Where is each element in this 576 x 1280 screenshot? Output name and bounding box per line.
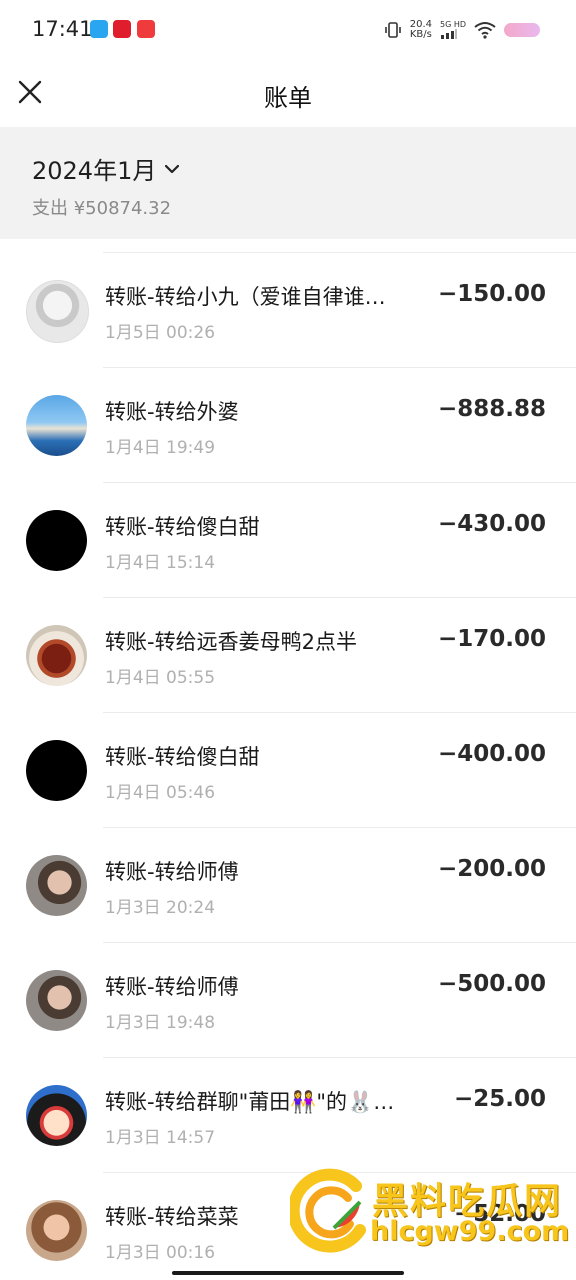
wifi-icon xyxy=(474,22,496,39)
transaction-time: 1月4日 05:55 xyxy=(105,668,216,688)
transaction-row[interactable]: 转账-转给远香姜母鸭2点半 1月4日 05:55 −170.00 xyxy=(0,598,576,713)
month-summary: 2024年1月 支出 ¥50874.32 xyxy=(0,127,576,239)
transaction-time: 1月4日 19:49 xyxy=(105,438,216,458)
transaction-title: 转账-转给师傅 xyxy=(105,975,239,999)
transaction-time: 1月3日 20:24 xyxy=(105,898,216,918)
transaction-row[interactable]: 转账-转给傻白甜 1月4日 05:46 −400.00 xyxy=(0,713,576,828)
transaction-time: 1月3日 19:48 xyxy=(105,1013,216,1033)
avatar xyxy=(26,510,87,571)
network-type-label: 5G HD xyxy=(439,20,466,29)
transaction-row[interactable]: 转账-转给师傅 1月3日 19:48 −500.00 xyxy=(0,943,576,1058)
network-speed: 20.4 KB/s xyxy=(410,20,432,40)
signal-indicator: 5G HD xyxy=(440,21,466,39)
month-label: 2024年1月 xyxy=(32,157,157,185)
notification-app-icon xyxy=(113,20,131,38)
avatar xyxy=(26,970,87,1031)
transaction-title: 转账-转给傻白甜 xyxy=(105,745,260,769)
avatar xyxy=(26,280,89,343)
transaction-title: 转账-转给傻白甜 xyxy=(105,515,260,539)
transaction-amount: −888.88 xyxy=(437,396,546,422)
avatar xyxy=(26,625,87,686)
transaction-amount: −500.00 xyxy=(437,971,546,997)
transaction-amount: −430.00 xyxy=(437,511,546,537)
transaction-amount: −400.00 xyxy=(437,741,546,767)
avatar xyxy=(26,395,87,456)
transaction-row[interactable]: 转账-转给小九（爱谁自律谁… 1月5日 00:26 −150.00 xyxy=(0,253,576,368)
transaction-list[interactable]: 转账-转给小九（爱谁自律谁… 1月5日 00:26 −150.00 转账-转给外… xyxy=(0,239,576,1280)
home-indicator[interactable] xyxy=(172,1271,404,1275)
network-speed-unit: KB/s xyxy=(409,29,432,40)
transaction-row[interactable]: 转账-转给群聊"莆田👭"的🐰… 1月3日 14:57 −25.00 xyxy=(0,1058,576,1173)
top-bar: 账单 xyxy=(0,60,576,127)
transaction-time: 1月5日 00:26 xyxy=(105,323,216,343)
transaction-time: 1月4日 15:14 xyxy=(105,553,216,573)
avatar xyxy=(26,1200,87,1261)
transaction-title: 转账-转给群聊"莆田👭"的🐰… xyxy=(105,1090,395,1114)
transaction-title: 转账-转给远香姜母鸭2点半 xyxy=(105,630,357,654)
watermark-url: hlcgw99.com xyxy=(370,1216,570,1247)
chevron-down-icon xyxy=(165,164,180,173)
transaction-title: 转账-转给师傅 xyxy=(105,860,239,884)
notification-app-icon xyxy=(90,20,108,38)
status-time: 17:41 xyxy=(32,17,93,41)
status-bar: 17:41 20.4 KB/s 5G HD xyxy=(0,0,576,60)
site-watermark: 黑料吃瓜网 hlcgw99.com xyxy=(290,1168,576,1258)
total-expense: 支出 ¥50874.32 xyxy=(32,198,172,219)
battery-icon xyxy=(504,23,540,37)
transaction-amount: −25.00 xyxy=(453,1086,546,1112)
transaction-title: 转账-转给外婆 xyxy=(105,400,239,424)
watermelon-logo-icon xyxy=(290,1168,366,1253)
avatar xyxy=(26,1085,87,1146)
transaction-amount: −200.00 xyxy=(437,856,546,882)
month-selector[interactable]: 2024年1月 xyxy=(32,151,180,186)
transaction-time: 1月4日 05:46 xyxy=(105,783,216,803)
transaction-time: 1月3日 14:57 xyxy=(105,1128,216,1148)
page-title: 账单 xyxy=(264,84,312,112)
notification-app-icon xyxy=(137,20,155,38)
transaction-row[interactable]: 转账-转给傻白甜 1月4日 15:14 −430.00 xyxy=(0,483,576,598)
avatar xyxy=(26,855,87,916)
transaction-time: 1月3日 00:16 xyxy=(105,1243,216,1263)
transaction-title: 转账-转给小九（爱谁自律谁… xyxy=(105,285,386,309)
transaction-row[interactable]: 转账-转给师傅 1月3日 20:24 −200.00 xyxy=(0,828,576,943)
transaction-amount: −150.00 xyxy=(437,281,546,307)
signal-icon xyxy=(440,29,457,39)
vibrate-icon xyxy=(384,22,401,38)
transaction-row[interactable]: 转账-转给外婆 1月4日 19:49 −888.88 xyxy=(0,368,576,483)
avatar xyxy=(26,740,87,801)
transaction-amount: −170.00 xyxy=(437,626,546,652)
